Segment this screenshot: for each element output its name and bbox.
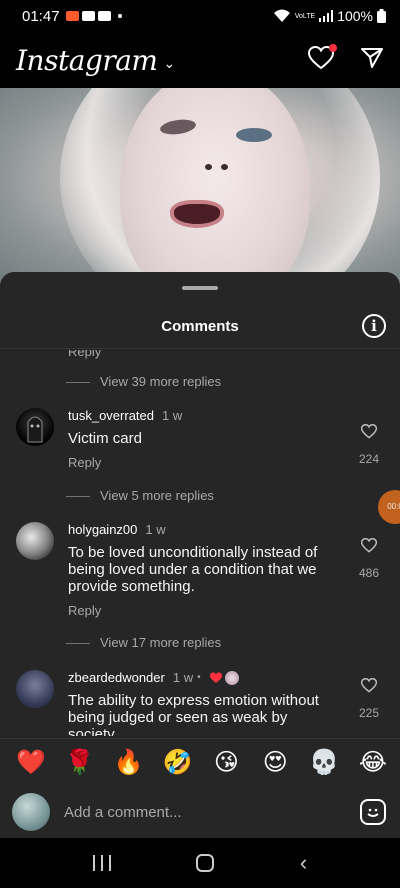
battery-icon — [377, 9, 386, 23]
heart-icon[interactable] — [360, 677, 378, 693]
emoji-rofl[interactable]: 🤣 — [163, 748, 193, 778]
comment-username[interactable]: zbeardedwonder — [68, 670, 165, 685]
drag-handle[interactable] — [182, 286, 218, 290]
emoji-fire[interactable]: 🔥 — [114, 748, 144, 778]
comment-text: To be loved unconditionally instead of b… — [68, 544, 318, 595]
battery-percent: 100% — [337, 8, 373, 24]
notifications-button[interactable] — [307, 43, 337, 75]
comment-time: 1 w — [145, 522, 166, 537]
back-icon[interactable]: ‹ — [300, 850, 307, 876]
status-time: 01:47 — [22, 7, 60, 25]
like-column: 224 — [354, 423, 384, 466]
reply-button[interactable]: Reply — [68, 455, 338, 470]
status-bar: 01:47 VoLTE 100% — [0, 0, 400, 32]
add-comment-input[interactable] — [64, 803, 360, 821]
sticker-icon[interactable] — [360, 799, 386, 825]
like-count: 225 — [358, 706, 380, 720]
signal-icon — [319, 10, 334, 22]
video-notification-icon — [97, 11, 111, 21]
reply-button[interactable]: Reply — [68, 350, 101, 359]
floating-bubble[interactable]: 00:0 — [378, 490, 400, 524]
like-count: 486 — [358, 566, 380, 580]
comment-username[interactable]: tusk_overrated — [68, 408, 154, 423]
system-nav-bar: ‹ — [0, 838, 400, 888]
view-replies-button[interactable]: View 5 more replies — [66, 488, 214, 503]
like-column: 486 — [354, 537, 384, 580]
video-notification-icon — [81, 11, 95, 21]
reply-button[interactable]: Reply — [68, 603, 338, 618]
notification-icons — [65, 11, 122, 21]
emoji-kiss[interactable]: 😘 — [211, 748, 241, 778]
comment-username[interactable]: holygainz00 — [68, 522, 137, 537]
comment-text: The ability to express emotion without b… — [68, 692, 319, 736]
comment-list[interactable]: Reply View 39 more replies tusk_overrate… — [0, 350, 400, 736]
chevron-down-icon[interactable]: ⌄ — [163, 55, 175, 72]
heart-icon[interactable] — [360, 537, 378, 553]
heart-icon[interactable] — [360, 423, 378, 439]
divider — [0, 348, 400, 349]
instagram-logo[interactable]: Instagram — [16, 44, 158, 77]
app-notification-icon — [65, 11, 79, 21]
info-icon[interactable]: i — [362, 314, 386, 338]
emoji-reaction-bar: ❤️ 🌹 🔥 🤣 😘 😍 💀 😂 — [0, 738, 400, 786]
comment-text: Victim card — [68, 430, 142, 447]
emoji-heart-eyes[interactable]: 😍 — [260, 748, 290, 778]
avatar[interactable] — [16, 670, 54, 708]
avatar[interactable] — [16, 522, 54, 560]
emoji-heart[interactable]: ❤️ — [16, 748, 46, 778]
volte-label: VoLTE — [294, 12, 316, 20]
like-column: 225 — [354, 677, 384, 720]
emoji-skull[interactable]: 💀 — [309, 748, 339, 778]
creator-avatar-mini — [224, 670, 239, 685]
comment-composer — [0, 786, 400, 838]
more-notifications-icon — [117, 14, 122, 18]
emoji-rose[interactable]: 🌹 — [65, 748, 95, 778]
comment-time: 1 w — [162, 408, 183, 423]
send-icon — [361, 47, 383, 68]
app-header: Instagram ⌄ — [0, 32, 400, 88]
video-face — [120, 88, 310, 288]
like-count: 224 — [358, 452, 380, 466]
notification-dot — [329, 43, 337, 52]
home-icon[interactable] — [196, 854, 215, 872]
comments-sheet: Comments i Reply View 39 more replies tu… — [0, 272, 400, 838]
comment-time: 1 w — [172, 670, 194, 685]
direct-messages-button[interactable] — [360, 46, 384, 75]
recent-apps-icon[interactable] — [92, 855, 111, 871]
view-replies-button[interactable]: View 39 more replies — [65, 374, 221, 389]
sheet-title: Comments — [161, 318, 239, 335]
view-replies-button[interactable]: View 17 more replies — [65, 635, 221, 650]
avatar[interactable] — [16, 408, 54, 446]
wifi-icon — [273, 9, 290, 22]
creator-liked-heart-icon — [209, 672, 222, 683]
my-avatar — [12, 793, 50, 831]
emoji-tears-of-joy[interactable]: 😂 — [358, 748, 388, 778]
reel-video[interactable] — [0, 88, 400, 288]
